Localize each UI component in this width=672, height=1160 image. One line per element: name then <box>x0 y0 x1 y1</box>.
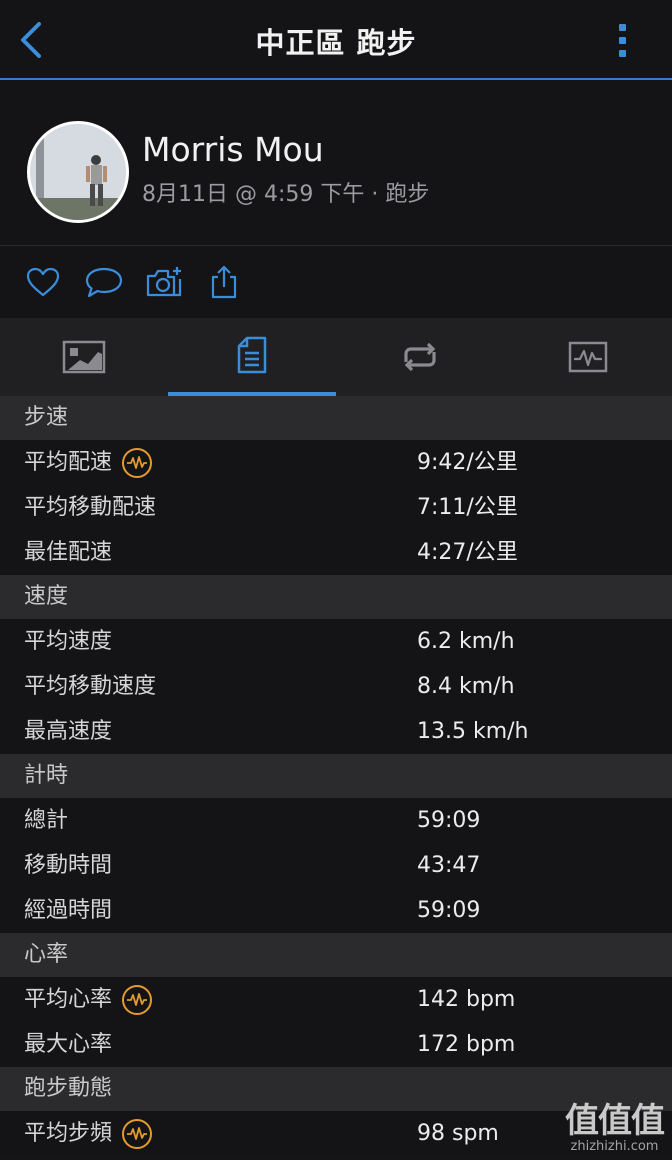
watermark-logo: 值值值 <box>565 1101 665 1141</box>
stat-label: 平均速度 <box>24 629 113 654</box>
stat-row: 移動時間 43:47 <box>0 843 672 888</box>
stat-row: 平均心率 142 bpm <box>0 977 672 1022</box>
stat-row: 總計 59:09 <box>0 798 672 843</box>
tab-stats[interactable] <box>168 318 336 396</box>
tab-map[interactable] <box>0 318 168 396</box>
top-bar: 中正區 跑步 <box>0 0 672 80</box>
stat-label: 最高速度 <box>24 719 113 744</box>
stat-value: 6.2 km/h <box>417 629 515 654</box>
insight-badge-icon[interactable] <box>122 984 153 1015</box>
stat-value: 4:27/公里 <box>417 540 518 565</box>
comment-button[interactable] <box>84 264 124 300</box>
stat-row: 平均配速 9:42/公里 <box>0 440 672 485</box>
stat-value: 13.5 km/h <box>417 719 529 744</box>
stat-row: 最高速度 13.5 km/h <box>0 709 672 754</box>
camera-plus-icon <box>146 267 182 297</box>
stat-value: 98 spm <box>417 1121 499 1146</box>
heart-icon <box>26 267 60 297</box>
insight-badge-icon[interactable] <box>122 1118 153 1149</box>
more-options-button[interactable] <box>612 18 632 62</box>
watermark: 值值值 zhizhizhi.com <box>565 1101 665 1154</box>
avatar-photo <box>30 124 126 220</box>
stat-label: 總計 <box>24 808 69 833</box>
activity-datetime-type: 8月11日 @ 4:59 下午 · 跑步 <box>142 182 430 207</box>
stat-value: 59:09 <box>417 808 481 833</box>
stat-row: 平均速度 6.2 km/h <box>0 619 672 664</box>
stat-row: 最佳配速 4:27/公里 <box>0 530 672 575</box>
stats-list-icon <box>237 336 267 374</box>
stat-label: 經過時間 <box>24 898 113 923</box>
user-name[interactable]: Morris Mou <box>142 130 324 169</box>
stat-row: 最大心率 172 bpm <box>0 1022 672 1067</box>
section-header-pace: 步速 <box>0 396 672 440</box>
comment-icon <box>85 267 123 298</box>
stats-table: 步速 平均配速 9:42/公里 平均移動配速 7:11/公里 最佳配速 4:27… <box>0 396 672 1156</box>
action-bar <box>0 246 672 319</box>
share-icon <box>211 265 237 299</box>
stat-value: 43:47 <box>417 853 481 878</box>
stat-label: 最佳配速 <box>24 540 113 565</box>
stat-row: 平均移動配速 7:11/公里 <box>0 485 672 530</box>
more-vertical-icon <box>618 23 626 31</box>
stat-value: 172 bpm <box>417 1032 516 1057</box>
page-title: 中正區 跑步 <box>255 26 417 60</box>
stat-label: 移動時間 <box>24 853 113 878</box>
add-photo-button[interactable] <box>144 264 184 300</box>
stat-value: 142 bpm <box>417 987 516 1012</box>
stat-row: 平均移動速度 8.4 km/h <box>0 664 672 709</box>
chart-icon <box>568 341 608 373</box>
section-header-heart-rate: 心率 <box>0 933 672 977</box>
activity-owner: Morris Mou 8月11日 @ 4:59 下午 · 跑步 <box>0 80 672 246</box>
avatar[interactable] <box>27 121 129 223</box>
stat-label: 平均配速 <box>24 450 113 475</box>
stat-value: 7:11/公里 <box>417 495 518 520</box>
section-header-speed: 速度 <box>0 575 672 619</box>
insight-badge-icon[interactable] <box>122 447 153 478</box>
stat-row: 經過時間 59:09 <box>0 888 672 933</box>
stat-value: 59:09 <box>417 898 481 923</box>
stat-label: 平均移動速度 <box>24 674 157 699</box>
stat-label: 平均心率 <box>24 987 113 1012</box>
stat-value: 8.4 km/h <box>417 674 515 699</box>
laps-icon <box>404 342 436 372</box>
like-button[interactable] <box>23 264 63 300</box>
stat-label: 最大心率 <box>24 1032 113 1057</box>
stat-value: 9:42/公里 <box>417 450 518 475</box>
watermark-url: zhizhizhi.com <box>570 1139 659 1154</box>
stat-label: 平均步頻 <box>24 1121 113 1146</box>
section-header-timing: 計時 <box>0 754 672 798</box>
tab-laps[interactable] <box>336 318 504 396</box>
stat-label: 平均移動配速 <box>24 495 157 520</box>
tab-charts[interactable] <box>504 318 672 396</box>
share-button[interactable] <box>204 264 244 300</box>
map-icon <box>62 340 106 374</box>
detail-tabs <box>0 318 672 396</box>
